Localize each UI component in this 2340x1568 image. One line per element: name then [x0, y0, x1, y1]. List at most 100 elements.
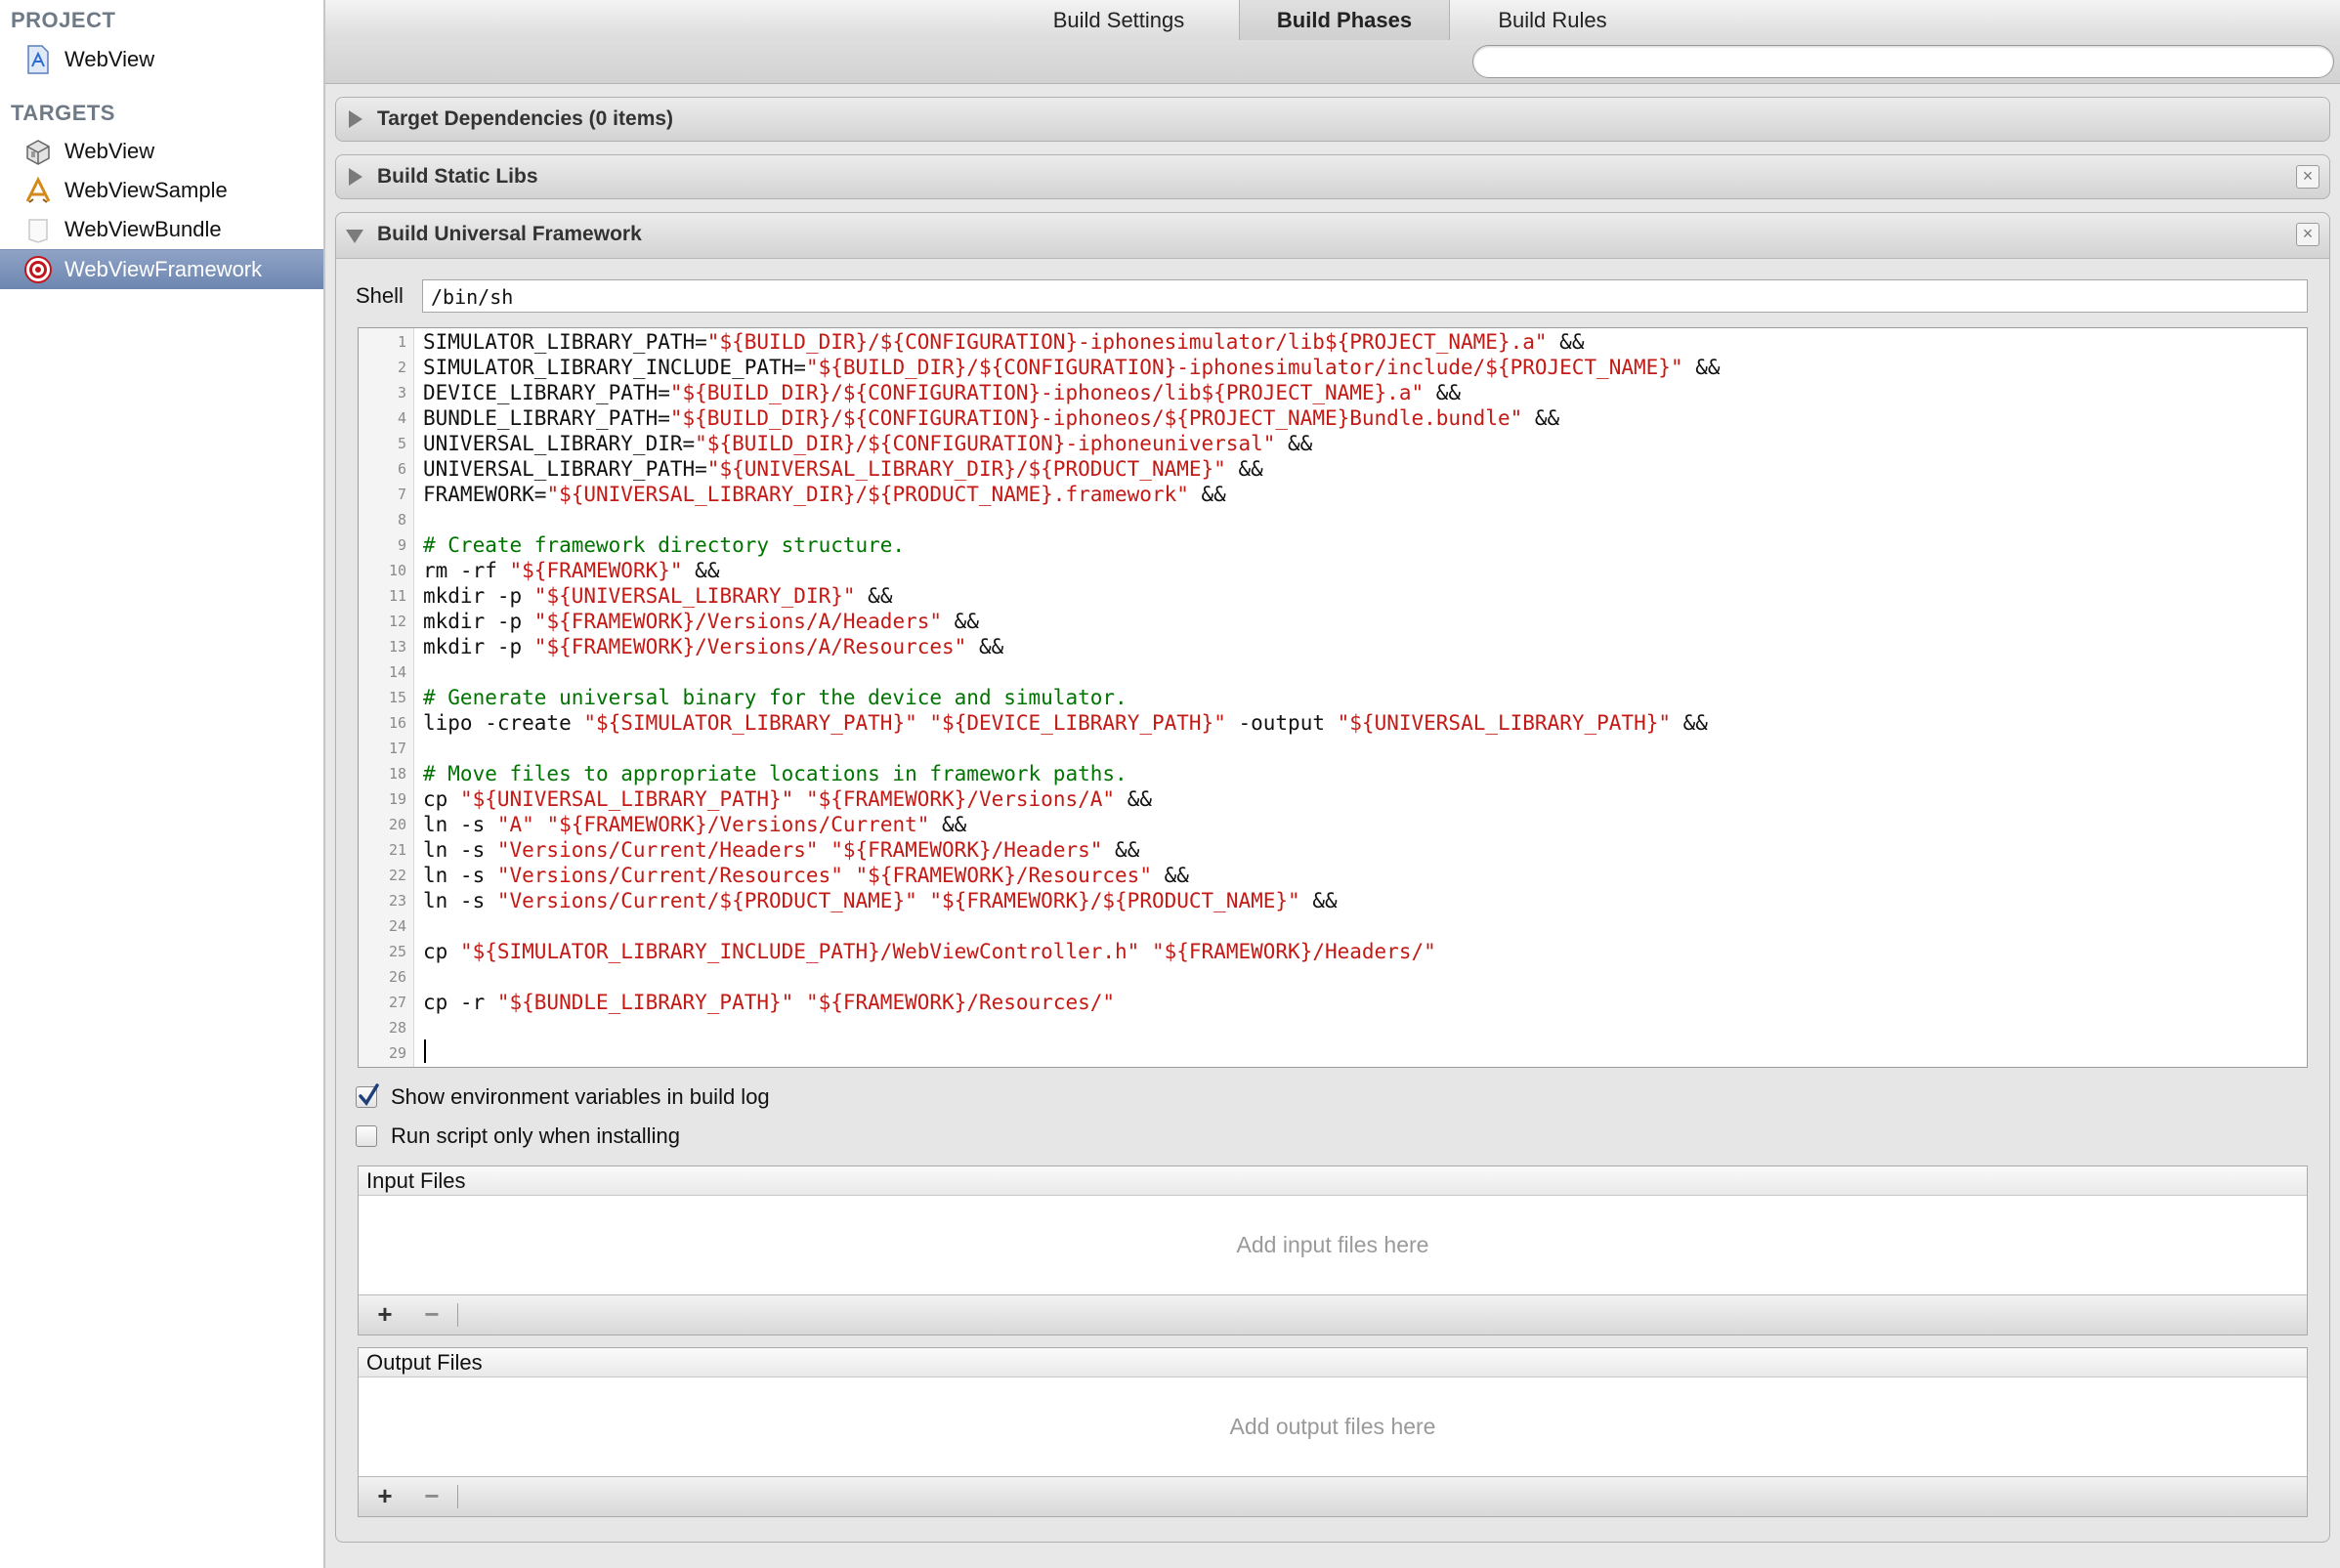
- line-code: cp -r "${BUNDLE_LIBRARY_PATH}" "${FRAMEW…: [423, 990, 1115, 1015]
- code-token: cp: [423, 940, 460, 963]
- editor-tab-bar: Build Settings Build Phases Build Rules: [325, 0, 2340, 41]
- run-only-installing-checkbox[interactable]: [356, 1125, 377, 1147]
- phase-header[interactable]: Build Universal Framework ×: [336, 213, 2329, 259]
- line-code: SIMULATOR_LIBRARY_INCLUDE_PATH="${BUILD_…: [423, 355, 1721, 380]
- add-output-file-button[interactable]: +: [370, 1481, 400, 1510]
- show-env-vars-checkbox-row[interactable]: Show environment variables in build log: [356, 1082, 770, 1112]
- line-number: 20: [388, 816, 406, 833]
- code-token: &&: [1188, 483, 1226, 506]
- output-files-placeholder[interactable]: Add output files here: [359, 1377, 2307, 1475]
- code-token: &&: [1671, 711, 1708, 735]
- line-number: 24: [388, 917, 406, 935]
- line-code: # Generate universal binary for the devi…: [423, 685, 1127, 710]
- line-number: 14: [388, 663, 406, 681]
- code-token: UNIVERSAL_LIBRARY_PATH=: [423, 457, 707, 481]
- line-number: 27: [388, 994, 406, 1011]
- input-files-placeholder[interactable]: Add input files here: [359, 1196, 2307, 1293]
- sidebar-item-label: WebView: [64, 47, 155, 71]
- string-token: "${FRAMEWORK}/Headers/": [1151, 940, 1436, 963]
- string-token: "${FRAMEWORK}/Headers": [830, 838, 1103, 862]
- line-number: 18: [388, 765, 406, 783]
- code-token: ln -s: [423, 889, 497, 912]
- string-token: "${FRAMEWORK}/Resources": [855, 864, 1152, 887]
- input-files-header: Input Files: [359, 1166, 2307, 1196]
- code-token: cp: [423, 787, 460, 811]
- show-env-vars-checkbox[interactable]: [356, 1083, 379, 1108]
- code-token: cp -r: [423, 991, 497, 1014]
- line-number: 15: [388, 689, 406, 706]
- line-number: 29: [388, 1044, 406, 1062]
- code-token: &&: [1682, 356, 1721, 379]
- delete-phase-button[interactable]: ×: [2296, 223, 2319, 246]
- line-number: 10: [388, 562, 406, 579]
- aggregate-target-icon: [23, 255, 53, 284]
- line-number: 3: [397, 384, 406, 402]
- run-only-installing-label: Run script only when installing: [391, 1123, 680, 1148]
- script-editor[interactable]: 1 SIMULATOR_LIBRARY_PATH="${BUILD_DIR}/${…: [358, 327, 2308, 1068]
- line-code: BUNDLE_LIBRARY_PATH="${BUILD_DIR}/${CONF…: [423, 405, 1559, 431]
- line-number: 7: [397, 486, 406, 503]
- remove-output-file-button[interactable]: −: [417, 1481, 447, 1510]
- line-number: 23: [388, 892, 406, 910]
- code-token: &&: [966, 635, 1004, 658]
- code-token: DEVICE_LIBRARY_PATH=: [423, 381, 670, 404]
- phase-target-dependencies[interactable]: Target Dependencies (0 items): [335, 97, 2330, 142]
- output-files-table: Output Files Add output files here + −: [358, 1347, 2308, 1517]
- code-token: -output: [1225, 711, 1338, 735]
- phase-title: Build Static Libs: [377, 165, 538, 188]
- line-number: 17: [388, 740, 406, 757]
- tab-build-phases[interactable]: Build Phases: [1239, 0, 1450, 40]
- string-token: "${BUNDLE_LIBRARY_PATH}": [496, 991, 794, 1014]
- string-token: "${BUILD_DIR}/${CONFIGURATION}-iphoneos/…: [669, 381, 1425, 404]
- search-input[interactable]: [1472, 45, 2334, 78]
- code-token: &&: [1424, 381, 1462, 404]
- tab-build-settings[interactable]: Build Settings: [1014, 0, 1223, 40]
- string-token: "${UNIVERSAL_LIBRARY_PATH}": [1337, 711, 1672, 735]
- project-section-header: PROJECT: [11, 8, 116, 32]
- comment-token: # Generate universal binary for the devi…: [423, 686, 1127, 709]
- code-token: ln -s: [423, 838, 497, 862]
- string-token: "${UNIVERSAL_LIBRARY_DIR}/${PRODUCT_NAME…: [546, 483, 1189, 506]
- run-only-installing-checkbox-row[interactable]: Run script only when installing: [356, 1122, 680, 1151]
- disclosure-triangle-expanded-icon[interactable]: [346, 230, 363, 243]
- disclosure-triangle-collapsed-icon[interactable]: [349, 168, 362, 186]
- phase-build-static-libs[interactable]: Build Static Libs ×: [335, 154, 2330, 199]
- disclosure-triangle-collapsed-icon[interactable]: [349, 110, 362, 128]
- sidebar-item-label: WebViewBundle: [64, 217, 222, 241]
- sidebar-item-target-webviewsample[interactable]: WebViewSample: [0, 171, 323, 210]
- string-token: "${BUILD_DIR}/${CONFIGURATION}-iphoneos/…: [669, 406, 1523, 430]
- line-number: 6: [397, 460, 406, 478]
- code-token: UNIVERSAL_LIBRARY_DIR=: [423, 432, 696, 455]
- line-code: cp "${UNIVERSAL_LIBRARY_PATH}" "${FRAMEW…: [423, 786, 1152, 812]
- toolbar-divider: [457, 1303, 458, 1327]
- string-token: "${FRAMEWORK}": [509, 559, 683, 582]
- delete-phase-button[interactable]: ×: [2296, 165, 2319, 189]
- string-token: "Versions/Current/Headers": [496, 838, 819, 862]
- code-token: lipo -create: [423, 711, 584, 735]
- code-token: SIMULATOR_LIBRARY_INCLUDE_PATH=: [423, 356, 806, 379]
- sidebar-item-target-webviewframework[interactable]: WebViewFramework: [0, 249, 323, 289]
- line-code: SIMULATOR_LIBRARY_PATH="${BUILD_DIR}/${C…: [423, 329, 1584, 355]
- checkmark-icon: [359, 1083, 379, 1106]
- code-token: ln -s: [423, 813, 497, 836]
- line-number: 16: [388, 714, 406, 732]
- add-input-file-button[interactable]: +: [370, 1299, 400, 1329]
- shell-field[interactable]: /bin/sh: [422, 279, 2308, 313]
- line-code: UNIVERSAL_LIBRARY_DIR="${BUILD_DIR}/${CO…: [423, 431, 1312, 456]
- remove-input-file-button[interactable]: −: [417, 1299, 447, 1329]
- tab-build-rules[interactable]: Build Rules: [1448, 0, 1657, 40]
- sidebar-item-label: WebViewSample: [64, 178, 228, 202]
- code-token: &&: [1299, 889, 1338, 912]
- sidebar-item-project-webview[interactable]: WebView: [0, 40, 323, 79]
- sidebar-item-target-webview[interactable]: WebView: [0, 132, 323, 171]
- toolbar-divider: [457, 1485, 458, 1508]
- line-code: lipo -create "${SIMULATOR_LIBRARY_PATH}"…: [423, 710, 1708, 736]
- show-env-vars-label: Show environment variables in build log: [391, 1084, 770, 1109]
- line-code: mkdir -p "${FRAMEWORK}/Versions/A/Resour…: [423, 634, 1003, 659]
- line-code: ln -s "Versions/Current/${PRODUCT_NAME}"…: [423, 888, 1338, 913]
- sidebar-item-target-webviewbundle[interactable]: WebViewBundle: [0, 210, 323, 249]
- line-code: # Move files to appropriate locations in…: [423, 761, 1127, 786]
- input-files-table: Input Files Add input files here + −: [358, 1165, 2308, 1335]
